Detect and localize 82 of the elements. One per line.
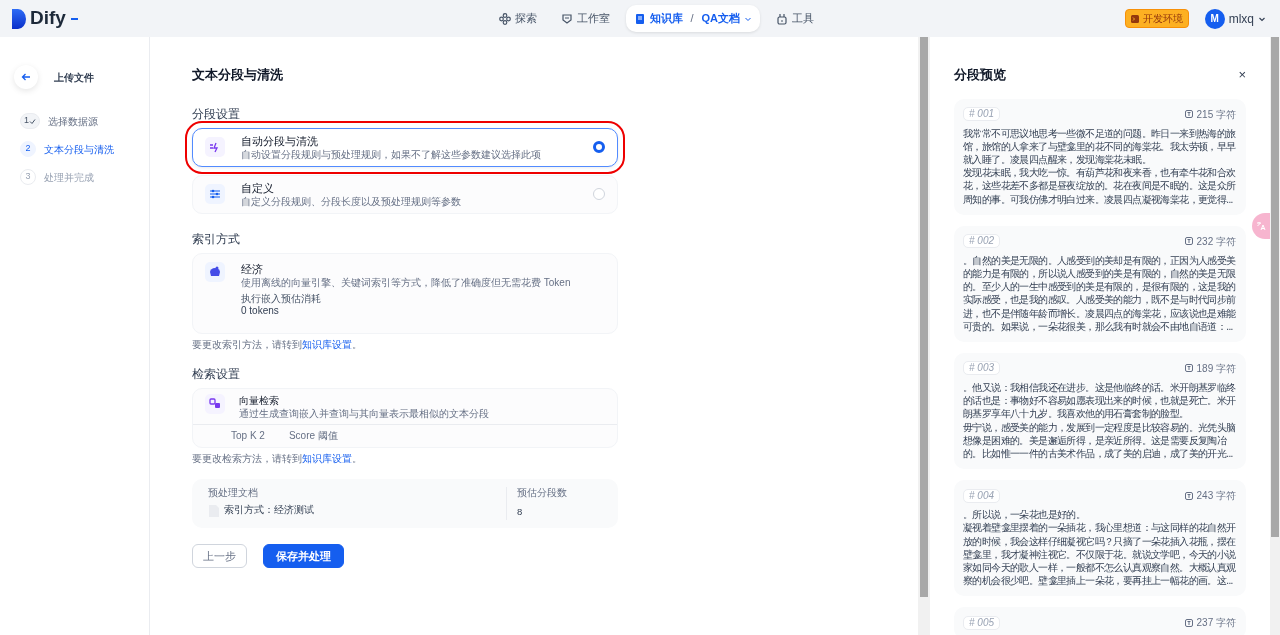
check-icon xyxy=(29,117,36,125)
option-title: 自动分段与清洗 xyxy=(241,133,319,148)
arrow-left-icon xyxy=(21,72,31,82)
translate-icon xyxy=(1256,221,1266,231)
panel-title: 分段预览 xyxy=(954,66,1006,84)
settings-link[interactable]: 知识库设置 xyxy=(302,339,352,351)
segment-text: 。所以说，一朵花也是好的。 凝视着壁龛里摆着的一朵插花，我心里想道：与这同样的花自然开 放的时候，我会这样仔细凝视它吗？只摘了一朵花插入花瓶，摆在 壁龛里，我才凝神注视它。不仅限于花。就说文学吧，今天的小说 家如同今天的歌人一样，一般都不怎么认真观察自然。大概认真观 察的机会很少吧。壁龛里插上一朵花，要再挂上一幅花的画。这... xyxy=(963,508,1236,588)
option-card[interactable]: 自定义 自定义分段规则、分段长度以及预处理规则等参数 xyxy=(192,174,618,215)
option-description: 使用离线的向量引擎、关键词索引等方式，降低了准确度但无需花费 Token xyxy=(241,276,571,290)
translate-button[interactable] xyxy=(1252,213,1270,239)
segment-id: # 001 xyxy=(963,107,1001,121)
step-number: 2 xyxy=(20,141,36,157)
character-count: 232 字符 xyxy=(1196,234,1236,249)
segment-count: 8 xyxy=(517,505,524,520)
nav-tab[interactable]: 知识库 / QA文档 xyxy=(625,5,761,32)
option-title: 向量检索 xyxy=(239,394,280,408)
cursor-mark xyxy=(70,17,78,20)
page-title: 文本分段与清洗 xyxy=(192,66,284,84)
text-icon xyxy=(1184,110,1193,118)
toolbox-icon xyxy=(776,12,789,25)
segment-text: 。自然的美是无限的。人感受到的美却是有限的，正因为人感受美 的能力是有限的，所以说人感受到的美是有限的，自然的美是无限 的。至少人的一生中感受到的美是有限的，是很有限的，这是我的 实际感受，也是我的感叹。人感受美的能力，既不是与时代同步前 进，也不是伴随年龄而增长。凌晨四点的海棠花，应该说也是难能 可贵的。如果说，一朵花很美，那么我有时就会不由地自语道：... xyxy=(963,253,1236,333)
circles-icon xyxy=(498,12,511,25)
text-icon xyxy=(1184,491,1193,500)
back-label: 上传文件 xyxy=(54,70,94,85)
nav-tab[interactable]: 工作室 xyxy=(552,5,618,32)
vector-icon xyxy=(205,394,225,415)
shield-icon xyxy=(560,12,573,25)
summary-label: 预估分段数 xyxy=(517,487,568,500)
environment-badge: 开发环境 xyxy=(1124,9,1189,28)
estimate-label: 执行嵌入预估消耗 xyxy=(241,293,322,306)
piggy-bank-icon xyxy=(205,262,225,283)
lightning-icon xyxy=(205,137,225,158)
previous-button[interactable]: 上一步 xyxy=(192,543,247,569)
save-button[interactable]: 保存并处理 xyxy=(263,543,344,569)
radio-button[interactable] xyxy=(593,141,605,154)
step-number: 3 xyxy=(20,169,36,185)
segment-text: 。他又说：我相信我还在进步。这是他临终的话。米开朗基罗临终 的话也是：事物好不容易如愿表现出来的时候，也就是死亡。米开 朗基罗享年八十九岁。我喜欢他的用石膏套制的脸型。 毋宁说，感受美的能力，发展到一定程度是比较容易的。光凭头脑 想像是困难的。美是邂逅所得，是亲近所得。这是需要反复陶冶 的。比如惟一一件的古美术作品，成了美的启迪，成了美的开光... xyxy=(963,380,1236,461)
sliders-icon xyxy=(205,184,225,205)
character-count: 237 字符 xyxy=(1196,616,1236,631)
step-label: 处理并完成 xyxy=(44,170,94,185)
option-description: 自定义分段规则、分段长度以及预处理规则等参数 xyxy=(241,195,462,209)
option-description: 自动设置分段规则与预处理规则，如果不了解这些参数建议选择此项 xyxy=(241,147,542,161)
segment-id: # 005 xyxy=(963,615,1001,630)
close-button[interactable]: × xyxy=(1238,65,1246,85)
text-icon xyxy=(1184,237,1193,246)
segment-id: # 003 xyxy=(963,361,1001,376)
option-title: 自定义 xyxy=(241,180,275,196)
section-label: 分段设置 xyxy=(192,105,241,123)
segment-text: 我常常不可思议地思考一些微不足道的问题。昨日一来到热海的旅 馆，旅馆的人拿来了与壁龛里的花不同的海棠花。我太劳顿，早早 就入睡了。凌晨四点醒来，发现海棠花未眠。 发现花未眠，我大吃一惊。有葫芦花和夜来香，也有牵牛花和合欢 花，这些花差不多都是昼夜绽放的。花在夜间是不眠的。这是众所 周知的事。可我仿佛才明白过来。凌晨四点凝视海棠花，更觉得... xyxy=(963,126,1236,206)
logo-text: Dify xyxy=(30,6,66,31)
back-button[interactable] xyxy=(14,65,38,89)
character-count: 243 字符 xyxy=(1196,489,1236,504)
parameter-label: Score 阈值 xyxy=(288,430,338,443)
section-label: 检索设置 xyxy=(192,366,241,384)
logo-icon xyxy=(12,8,26,29)
step-number: 1 xyxy=(20,113,40,129)
terminal-icon xyxy=(1130,14,1139,23)
step-label: 选择数据源 xyxy=(48,114,98,129)
settings-note: 要更改索引方法，请转到知识库设置。 xyxy=(192,339,363,352)
user-menu[interactable]: M mlxq xyxy=(1204,8,1266,29)
step-label: 文本分段与清洗 xyxy=(44,142,114,157)
character-count: 189 字符 xyxy=(1196,361,1236,376)
document-name: 索引方式：经济测试 xyxy=(224,503,314,518)
scrollbar-thumb[interactable] xyxy=(1271,37,1279,537)
character-count: 215 字符 xyxy=(1196,107,1236,122)
option-title: 经济 xyxy=(241,262,264,277)
segment-id: # 002 xyxy=(963,234,1001,249)
text-icon xyxy=(1184,364,1193,373)
estimate-value: 0 tokens xyxy=(241,305,280,318)
parameter-label: Top K 2 xyxy=(231,430,265,443)
settings-note: 要更改检索方法，请转到知识库设置。 xyxy=(192,453,363,466)
settings-link[interactable]: 知识库设置 xyxy=(302,453,352,465)
summary-label: 预处理文档 xyxy=(208,487,259,500)
nav-tab[interactable]: 探索 xyxy=(490,5,545,32)
segment-id: # 004 xyxy=(963,488,1001,503)
text-icon xyxy=(1184,618,1193,627)
scrollbar-thumb[interactable] xyxy=(920,37,928,597)
section-label: 索引方式 xyxy=(192,231,241,249)
avatar: M xyxy=(1204,8,1225,29)
book-icon xyxy=(633,12,646,25)
nav-tab[interactable]: 工具 xyxy=(768,5,823,32)
option-description: 通过生成查询嵌入并查询与其向量表示最相似的文本分段 xyxy=(239,407,489,421)
